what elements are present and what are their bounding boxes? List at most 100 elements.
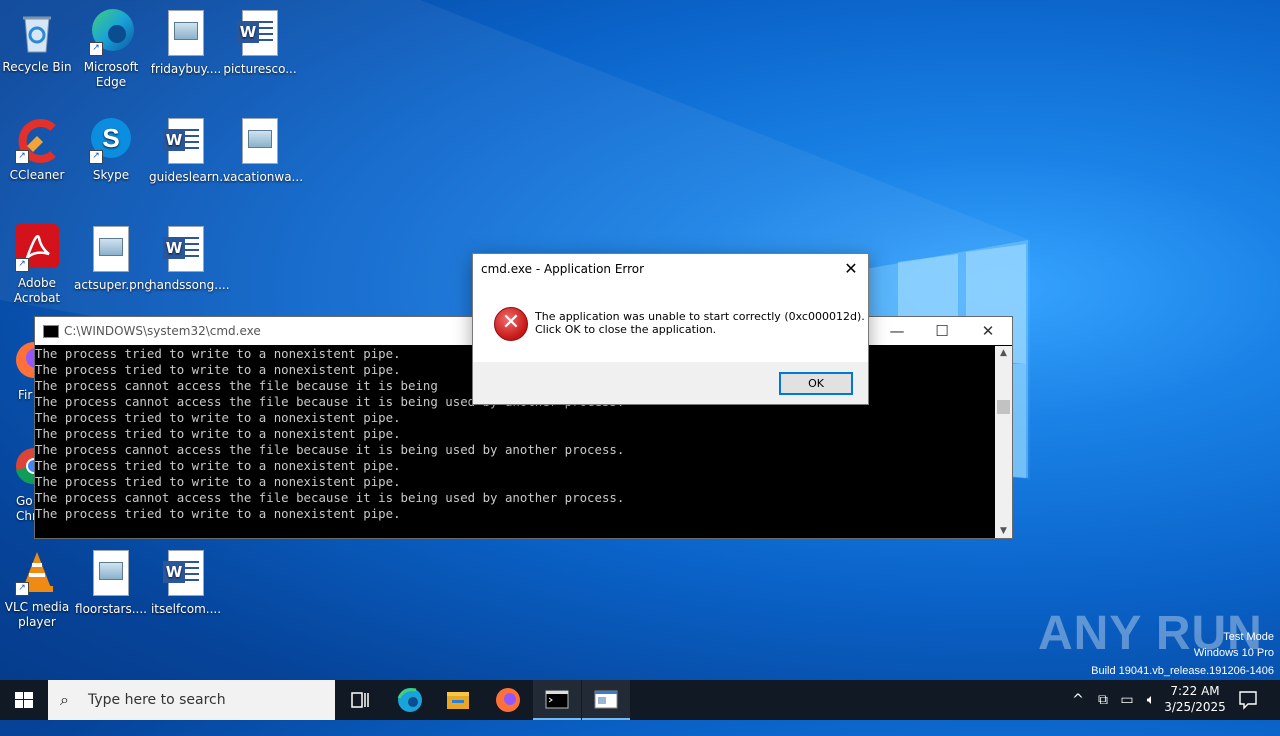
cmd-line: The process tried to write to a nonexist… xyxy=(35,458,401,473)
dialog-footer: OK xyxy=(473,362,868,404)
desktop-icon-picturesco[interactable]: W picturesco... xyxy=(223,8,297,77)
taskbar-edge[interactable] xyxy=(386,680,434,720)
dialog-title: cmd.exe - Application Error xyxy=(481,262,645,276)
word-doc-icon: W xyxy=(236,10,284,58)
desktop-icon-fridaybuy[interactable]: fridaybuy.... xyxy=(149,8,223,77)
desktop-icon-chrome[interactable]: Go Chr xyxy=(0,442,34,524)
image-file-icon xyxy=(236,118,284,166)
test-mode-label: Test Mode xyxy=(1223,631,1274,643)
app-window-icon xyxy=(594,690,618,709)
taskbar: ⌕ Type here to search ^ ⧉ ▭ 🔈︎ 7:22 AM 3… xyxy=(0,680,1280,720)
desktop-icon-skype[interactable]: S ↗ Skype xyxy=(74,116,148,183)
desktop-icon-itselfcom[interactable]: W itselfcom.... xyxy=(149,548,223,617)
desktop-icon-label: Fir xyxy=(18,388,33,402)
cmd-line: The process cannot access the file becau… xyxy=(35,442,625,457)
dialog-message: The application was unable to start corr… xyxy=(535,310,865,336)
image-file-icon xyxy=(87,550,135,598)
notification-center-button[interactable] xyxy=(1234,680,1262,720)
os-edition-label: Windows 10 Pro xyxy=(1193,647,1274,659)
skype-icon: S ↗ xyxy=(87,116,135,164)
cmd-scrollbar[interactable]: ▲ ▼ xyxy=(995,346,1012,538)
taskbar-firefox[interactable] xyxy=(484,680,532,720)
notification-icon xyxy=(1239,691,1257,710)
show-hidden-icons-button[interactable]: ^ xyxy=(1068,680,1088,720)
desktop-icon-guideslearn[interactable]: W guideslearn... xyxy=(149,116,231,185)
desktop-icon-label: VLC media player xyxy=(4,600,70,629)
desktop-icon-label: itselfcom.... xyxy=(150,602,222,616)
recycle-bin-icon xyxy=(13,8,61,56)
taskbar-cmd[interactable] xyxy=(533,680,581,720)
desktop-icon-label: Adobe Acrobat xyxy=(13,276,61,305)
dialog-message-line: Click OK to close the application. xyxy=(535,323,717,336)
desktop-icon-label: handssong.... xyxy=(149,278,230,292)
desktop-icon-label: Skype xyxy=(92,168,130,182)
desktop-icon-edge[interactable]: ↗ Microsoft Edge xyxy=(74,8,148,90)
desktop-icon-recycle-bin[interactable]: Recycle Bin xyxy=(0,8,74,75)
start-button[interactable] xyxy=(0,680,48,720)
desktop-icon-firefox[interactable]: Fir xyxy=(0,336,34,403)
desktop-icon-label: Go Chr xyxy=(16,494,34,523)
firefox-icon xyxy=(10,336,34,384)
scroll-up-icon[interactable]: ▲ xyxy=(995,348,1012,358)
shortcut-arrow-icon: ↗ xyxy=(15,150,29,164)
volume-icon[interactable]: 🔈︎ xyxy=(1140,680,1162,720)
desktop-icon-label: actsuper.png xyxy=(74,278,152,292)
tray-app-icon[interactable]: ⧉ xyxy=(1092,680,1114,720)
close-button[interactable]: ✕ xyxy=(965,317,1011,345)
cmd-icon xyxy=(43,325,59,338)
desktop-icon-floorstars[interactable]: floorstars.... xyxy=(74,548,148,617)
desktop-icon-label: vacationwa... xyxy=(223,170,304,184)
ok-button[interactable]: OK xyxy=(779,372,853,395)
minimize-button[interactable]: — xyxy=(874,317,920,345)
cmd-line: The process tried to write to a nonexist… xyxy=(35,410,401,425)
shortcut-arrow-icon: ↗ xyxy=(89,150,103,164)
error-icon: ✕ xyxy=(494,307,528,341)
word-doc-icon: W xyxy=(162,226,210,274)
image-file-icon xyxy=(162,10,210,58)
cmd-line: The process tried to write to a nonexist… xyxy=(35,506,401,521)
shortcut-arrow-icon: ↗ xyxy=(15,258,29,272)
dialog-message-line: The application was unable to start corr… xyxy=(535,310,865,323)
clock-time: 7:22 AM xyxy=(1170,684,1220,698)
desktop-icon-ccleaner[interactable]: ↗ CCleaner xyxy=(0,116,74,183)
build-label: Build 19041.vb_release.191206-1406 xyxy=(1091,665,1274,677)
desktop-icon-label: floorstars.... xyxy=(75,602,147,616)
error-dialog[interactable]: cmd.exe - Application Error ✕ ✕ The appl… xyxy=(472,253,869,405)
chrome-icon xyxy=(10,442,34,490)
desktop-icon-actsuper[interactable]: actsuper.png xyxy=(74,224,152,293)
edge-icon xyxy=(397,688,422,712)
svg-text:S: S xyxy=(102,123,119,153)
desktop-icon-adobe-acrobat[interactable]: ↗ Adobe Acrobat xyxy=(0,224,74,306)
desktop-icon-handssong[interactable]: W handssong.... xyxy=(149,224,230,293)
desktop-icon-vacationwa[interactable]: vacationwa... xyxy=(223,116,303,185)
task-view-button[interactable] xyxy=(336,680,384,720)
dialog-close-button[interactable]: ✕ xyxy=(840,258,862,280)
vlc-icon: ↗ xyxy=(13,548,61,596)
search-icon: ⌕ xyxy=(60,690,69,709)
cmd-line: The process cannot access the file becau… xyxy=(35,490,625,505)
network-icon[interactable]: ▭ xyxy=(1116,680,1138,720)
edge-icon: ↗ xyxy=(87,8,135,56)
taskbar-clock[interactable]: 7:22 AM 3/25/2025 xyxy=(1162,683,1228,715)
cmd-title: C:\WINDOWS\system32\cmd.exe xyxy=(64,324,261,338)
desktop-icon-label: guideslearn... xyxy=(149,170,231,184)
file-explorer-icon xyxy=(447,692,469,709)
cmd-line: The process tried to write to a nonexist… xyxy=(35,474,401,489)
shortcut-arrow-icon: ↗ xyxy=(15,582,29,596)
windows-logo-icon xyxy=(15,692,33,708)
shortcut-arrow-icon: ↗ xyxy=(89,42,103,56)
scroll-down-icon[interactable]: ▼ xyxy=(995,526,1012,536)
taskbar-file-explorer[interactable] xyxy=(434,680,482,720)
task-view-icon xyxy=(351,692,369,708)
acrobat-icon: ↗ xyxy=(13,224,61,272)
desktop-icon-label: Microsoft Edge xyxy=(83,60,139,89)
image-file-icon xyxy=(87,226,135,274)
desktop-icon-vlc[interactable]: ↗ VLC media player xyxy=(0,548,74,630)
maximize-button[interactable]: ☐ xyxy=(919,317,965,345)
search-placeholder: Type here to search xyxy=(88,692,226,708)
desktop-icon-label: picturesco... xyxy=(223,62,297,76)
taskbar-app-window[interactable] xyxy=(582,680,630,720)
taskbar-search-box[interactable]: ⌕ Type here to search xyxy=(48,680,335,720)
scrollbar-thumb[interactable] xyxy=(997,400,1010,414)
clock-date: 3/25/2025 xyxy=(1164,700,1226,714)
